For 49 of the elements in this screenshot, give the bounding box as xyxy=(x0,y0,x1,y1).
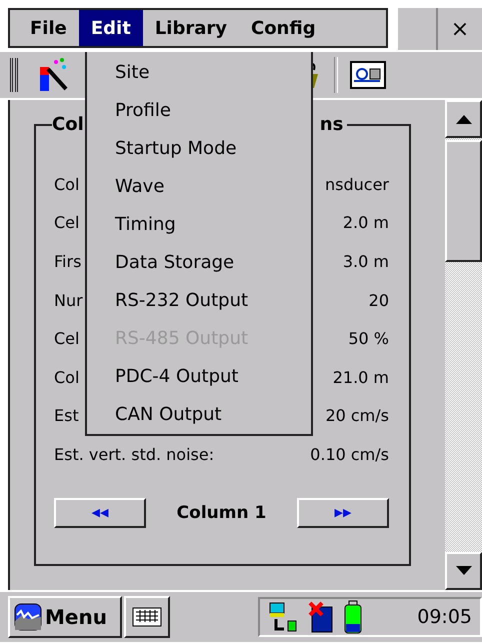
next-button[interactable]: ▶▶ xyxy=(297,498,389,528)
keyboard-icon xyxy=(132,607,162,627)
menu-item[interactable]: Library xyxy=(142,10,239,46)
field-value: 0.10 cm/s xyxy=(310,444,389,464)
menu-option[interactable]: Data Storage xyxy=(115,243,311,281)
menu-item[interactable]: Edit xyxy=(78,10,143,46)
keyboard-button[interactable] xyxy=(124,596,170,638)
previous-button[interactable]: ◀◀ xyxy=(54,498,146,528)
field-label: Cel xyxy=(54,213,80,232)
close-button[interactable]: × xyxy=(436,8,482,50)
field-label: Col xyxy=(54,174,80,194)
field-value: 50 % xyxy=(348,329,389,348)
field-label: Col xyxy=(54,368,80,387)
field-value: 3.0 m xyxy=(342,252,389,271)
scroll-up-icon[interactable] xyxy=(456,114,472,124)
menu-option[interactable]: Site xyxy=(115,53,311,91)
menu-option[interactable]: RS-232 Output xyxy=(115,281,311,319)
menu-option[interactable]: Wave xyxy=(115,167,311,205)
field-label: Nur xyxy=(54,290,83,310)
clock[interactable]: 09:05 xyxy=(417,606,472,628)
field-label: Est xyxy=(54,406,79,426)
field-value: 2.0 m xyxy=(342,213,389,232)
column-label: Column 1 xyxy=(176,502,266,523)
menu-option[interactable]: Startup Mode xyxy=(115,129,311,167)
scroll-down-icon[interactable] xyxy=(456,566,472,576)
field-value: 21.0 m xyxy=(332,368,389,387)
network-icon[interactable] xyxy=(268,601,298,633)
field-value: nsducer xyxy=(325,174,389,194)
storage-card-icon[interactable] xyxy=(308,601,334,633)
group-title: ns xyxy=(320,114,344,135)
menu-option[interactable]: Profile xyxy=(115,91,311,129)
field-label: Cel xyxy=(54,329,80,348)
field-label: Est. vert. std. noise: xyxy=(54,444,214,464)
scroll-thumb[interactable] xyxy=(445,140,482,262)
battery-icon[interactable] xyxy=(344,600,362,634)
wave-icon xyxy=(14,603,42,631)
menu-option[interactable]: PDC-4 Output xyxy=(115,357,311,395)
start-menu-button[interactable]: Menu xyxy=(8,596,122,638)
field-value: 20 xyxy=(368,290,389,310)
menu-item[interactable]: File xyxy=(18,10,79,46)
field-value: 20 cm/s xyxy=(325,406,389,426)
card-icon[interactable] xyxy=(350,61,386,89)
field-label: Firs xyxy=(54,252,82,271)
menu-option[interactable]: CAN Output xyxy=(115,395,311,433)
menu-item[interactable]: Config xyxy=(238,10,328,46)
scrollbar[interactable] xyxy=(445,100,482,590)
toolbar-grip xyxy=(10,58,18,92)
group-title: Col xyxy=(52,114,84,135)
menu-option[interactable]: Timing xyxy=(115,205,311,243)
